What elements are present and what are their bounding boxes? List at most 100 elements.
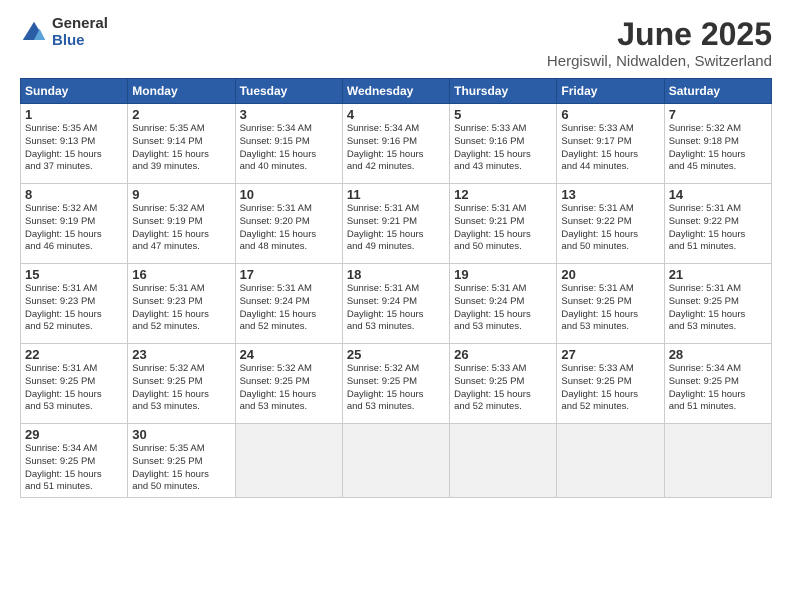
- table-row: 30 Sunrise: 5:35 AM Sunset: 9:25 PM Dayl…: [128, 424, 235, 498]
- title-block: June 2025 Hergiswil, Nidwalden, Switzerl…: [547, 16, 772, 70]
- calendar-week-1: 1 Sunrise: 5:35 AM Sunset: 9:13 PM Dayli…: [21, 104, 772, 184]
- col-monday: Monday: [128, 79, 235, 104]
- day-info: Sunrise: 5:32 AM Sunset: 9:25 PM Dayligh…: [132, 363, 230, 414]
- day-number: 11: [347, 187, 445, 202]
- day-number: 1: [25, 107, 123, 122]
- day-number: 21: [669, 267, 767, 282]
- day-info: Sunrise: 5:32 AM Sunset: 9:25 PM Dayligh…: [347, 363, 445, 414]
- day-number: 27: [561, 347, 659, 362]
- day-number: 28: [669, 347, 767, 362]
- day-info: Sunrise: 5:33 AM Sunset: 9:16 PM Dayligh…: [454, 123, 552, 174]
- table-row: 25 Sunrise: 5:32 AM Sunset: 9:25 PM Dayl…: [342, 344, 449, 424]
- calendar-table: Sunday Monday Tuesday Wednesday Thursday…: [20, 78, 772, 498]
- table-row: 24 Sunrise: 5:32 AM Sunset: 9:25 PM Dayl…: [235, 344, 342, 424]
- col-thursday: Thursday: [450, 79, 557, 104]
- table-row: 1 Sunrise: 5:35 AM Sunset: 9:13 PM Dayli…: [21, 104, 128, 184]
- table-row: 7 Sunrise: 5:32 AM Sunset: 9:18 PM Dayli…: [664, 104, 771, 184]
- day-info: Sunrise: 5:31 AM Sunset: 9:24 PM Dayligh…: [347, 283, 445, 334]
- day-number: 22: [25, 347, 123, 362]
- table-row: 12 Sunrise: 5:31 AM Sunset: 9:21 PM Dayl…: [450, 184, 557, 264]
- table-row: 14 Sunrise: 5:31 AM Sunset: 9:22 PM Dayl…: [664, 184, 771, 264]
- table-row: 22 Sunrise: 5:31 AM Sunset: 9:25 PM Dayl…: [21, 344, 128, 424]
- calendar-week-5: 29 Sunrise: 5:34 AM Sunset: 9:25 PM Dayl…: [21, 424, 772, 498]
- table-row: 17 Sunrise: 5:31 AM Sunset: 9:24 PM Dayl…: [235, 264, 342, 344]
- table-row: [342, 424, 449, 498]
- day-info: Sunrise: 5:34 AM Sunset: 9:25 PM Dayligh…: [669, 363, 767, 414]
- day-number: 2: [132, 107, 230, 122]
- day-number: 19: [454, 267, 552, 282]
- col-saturday: Saturday: [664, 79, 771, 104]
- table-row: 11 Sunrise: 5:31 AM Sunset: 9:21 PM Dayl…: [342, 184, 449, 264]
- day-number: 24: [240, 347, 338, 362]
- logo-general-text: General: [52, 16, 108, 33]
- day-info: Sunrise: 5:35 AM Sunset: 9:25 PM Dayligh…: [132, 443, 230, 494]
- day-info: Sunrise: 5:32 AM Sunset: 9:19 PM Dayligh…: [132, 203, 230, 254]
- day-info: Sunrise: 5:31 AM Sunset: 9:24 PM Dayligh…: [454, 283, 552, 334]
- day-number: 16: [132, 267, 230, 282]
- day-info: Sunrise: 5:34 AM Sunset: 9:25 PM Dayligh…: [25, 443, 123, 494]
- table-row: 13 Sunrise: 5:31 AM Sunset: 9:22 PM Dayl…: [557, 184, 664, 264]
- col-sunday: Sunday: [21, 79, 128, 104]
- table-row: 19 Sunrise: 5:31 AM Sunset: 9:24 PM Dayl…: [450, 264, 557, 344]
- table-row: 2 Sunrise: 5:35 AM Sunset: 9:14 PM Dayli…: [128, 104, 235, 184]
- day-info: Sunrise: 5:34 AM Sunset: 9:15 PM Dayligh…: [240, 123, 338, 174]
- day-number: 15: [25, 267, 123, 282]
- table-row: 20 Sunrise: 5:31 AM Sunset: 9:25 PM Dayl…: [557, 264, 664, 344]
- day-info: Sunrise: 5:31 AM Sunset: 9:25 PM Dayligh…: [669, 283, 767, 334]
- day-number: 20: [561, 267, 659, 282]
- day-info: Sunrise: 5:33 AM Sunset: 9:25 PM Dayligh…: [561, 363, 659, 414]
- day-number: 9: [132, 187, 230, 202]
- day-info: Sunrise: 5:31 AM Sunset: 9:21 PM Dayligh…: [454, 203, 552, 254]
- day-number: 10: [240, 187, 338, 202]
- table-row: 21 Sunrise: 5:31 AM Sunset: 9:25 PM Dayl…: [664, 264, 771, 344]
- day-number: 25: [347, 347, 445, 362]
- calendar-header-row: Sunday Monday Tuesday Wednesday Thursday…: [21, 79, 772, 104]
- day-info: Sunrise: 5:31 AM Sunset: 9:22 PM Dayligh…: [669, 203, 767, 254]
- day-info: Sunrise: 5:31 AM Sunset: 9:24 PM Dayligh…: [240, 283, 338, 334]
- day-number: 23: [132, 347, 230, 362]
- day-number: 17: [240, 267, 338, 282]
- day-info: Sunrise: 5:31 AM Sunset: 9:23 PM Dayligh…: [132, 283, 230, 334]
- logo-text: General Blue: [52, 16, 108, 49]
- day-info: Sunrise: 5:31 AM Sunset: 9:23 PM Dayligh…: [25, 283, 123, 334]
- calendar-week-2: 8 Sunrise: 5:32 AM Sunset: 9:19 PM Dayli…: [21, 184, 772, 264]
- day-number: 3: [240, 107, 338, 122]
- table-row: [450, 424, 557, 498]
- day-number: 4: [347, 107, 445, 122]
- table-row: 10 Sunrise: 5:31 AM Sunset: 9:20 PM Dayl…: [235, 184, 342, 264]
- col-wednesday: Wednesday: [342, 79, 449, 104]
- day-info: Sunrise: 5:34 AM Sunset: 9:16 PM Dayligh…: [347, 123, 445, 174]
- table-row: 26 Sunrise: 5:33 AM Sunset: 9:25 PM Dayl…: [450, 344, 557, 424]
- day-info: Sunrise: 5:31 AM Sunset: 9:25 PM Dayligh…: [561, 283, 659, 334]
- day-info: Sunrise: 5:32 AM Sunset: 9:25 PM Dayligh…: [240, 363, 338, 414]
- day-number: 13: [561, 187, 659, 202]
- table-row: 18 Sunrise: 5:31 AM Sunset: 9:24 PM Dayl…: [342, 264, 449, 344]
- table-row: 28 Sunrise: 5:34 AM Sunset: 9:25 PM Dayl…: [664, 344, 771, 424]
- calendar-week-3: 15 Sunrise: 5:31 AM Sunset: 9:23 PM Dayl…: [21, 264, 772, 344]
- logo-blue-text: Blue: [52, 33, 108, 50]
- table-row: 8 Sunrise: 5:32 AM Sunset: 9:19 PM Dayli…: [21, 184, 128, 264]
- table-row: [235, 424, 342, 498]
- day-number: 18: [347, 267, 445, 282]
- day-info: Sunrise: 5:33 AM Sunset: 9:25 PM Dayligh…: [454, 363, 552, 414]
- table-row: 29 Sunrise: 5:34 AM Sunset: 9:25 PM Dayl…: [21, 424, 128, 498]
- table-row: 23 Sunrise: 5:32 AM Sunset: 9:25 PM Dayl…: [128, 344, 235, 424]
- day-number: 29: [25, 427, 123, 442]
- day-number: 30: [132, 427, 230, 442]
- day-info: Sunrise: 5:33 AM Sunset: 9:17 PM Dayligh…: [561, 123, 659, 174]
- day-info: Sunrise: 5:31 AM Sunset: 9:20 PM Dayligh…: [240, 203, 338, 254]
- calendar-title: June 2025: [547, 16, 772, 53]
- day-number: 12: [454, 187, 552, 202]
- day-info: Sunrise: 5:35 AM Sunset: 9:13 PM Dayligh…: [25, 123, 123, 174]
- day-number: 6: [561, 107, 659, 122]
- col-friday: Friday: [557, 79, 664, 104]
- table-row: 15 Sunrise: 5:31 AM Sunset: 9:23 PM Dayl…: [21, 264, 128, 344]
- page: General Blue June 2025 Hergiswil, Nidwal…: [0, 0, 792, 612]
- table-row: 27 Sunrise: 5:33 AM Sunset: 9:25 PM Dayl…: [557, 344, 664, 424]
- day-info: Sunrise: 5:31 AM Sunset: 9:25 PM Dayligh…: [25, 363, 123, 414]
- table-row: 5 Sunrise: 5:33 AM Sunset: 9:16 PM Dayli…: [450, 104, 557, 184]
- table-row: 16 Sunrise: 5:31 AM Sunset: 9:23 PM Dayl…: [128, 264, 235, 344]
- logo-icon: [20, 19, 48, 47]
- day-number: 8: [25, 187, 123, 202]
- table-row: 4 Sunrise: 5:34 AM Sunset: 9:16 PM Dayli…: [342, 104, 449, 184]
